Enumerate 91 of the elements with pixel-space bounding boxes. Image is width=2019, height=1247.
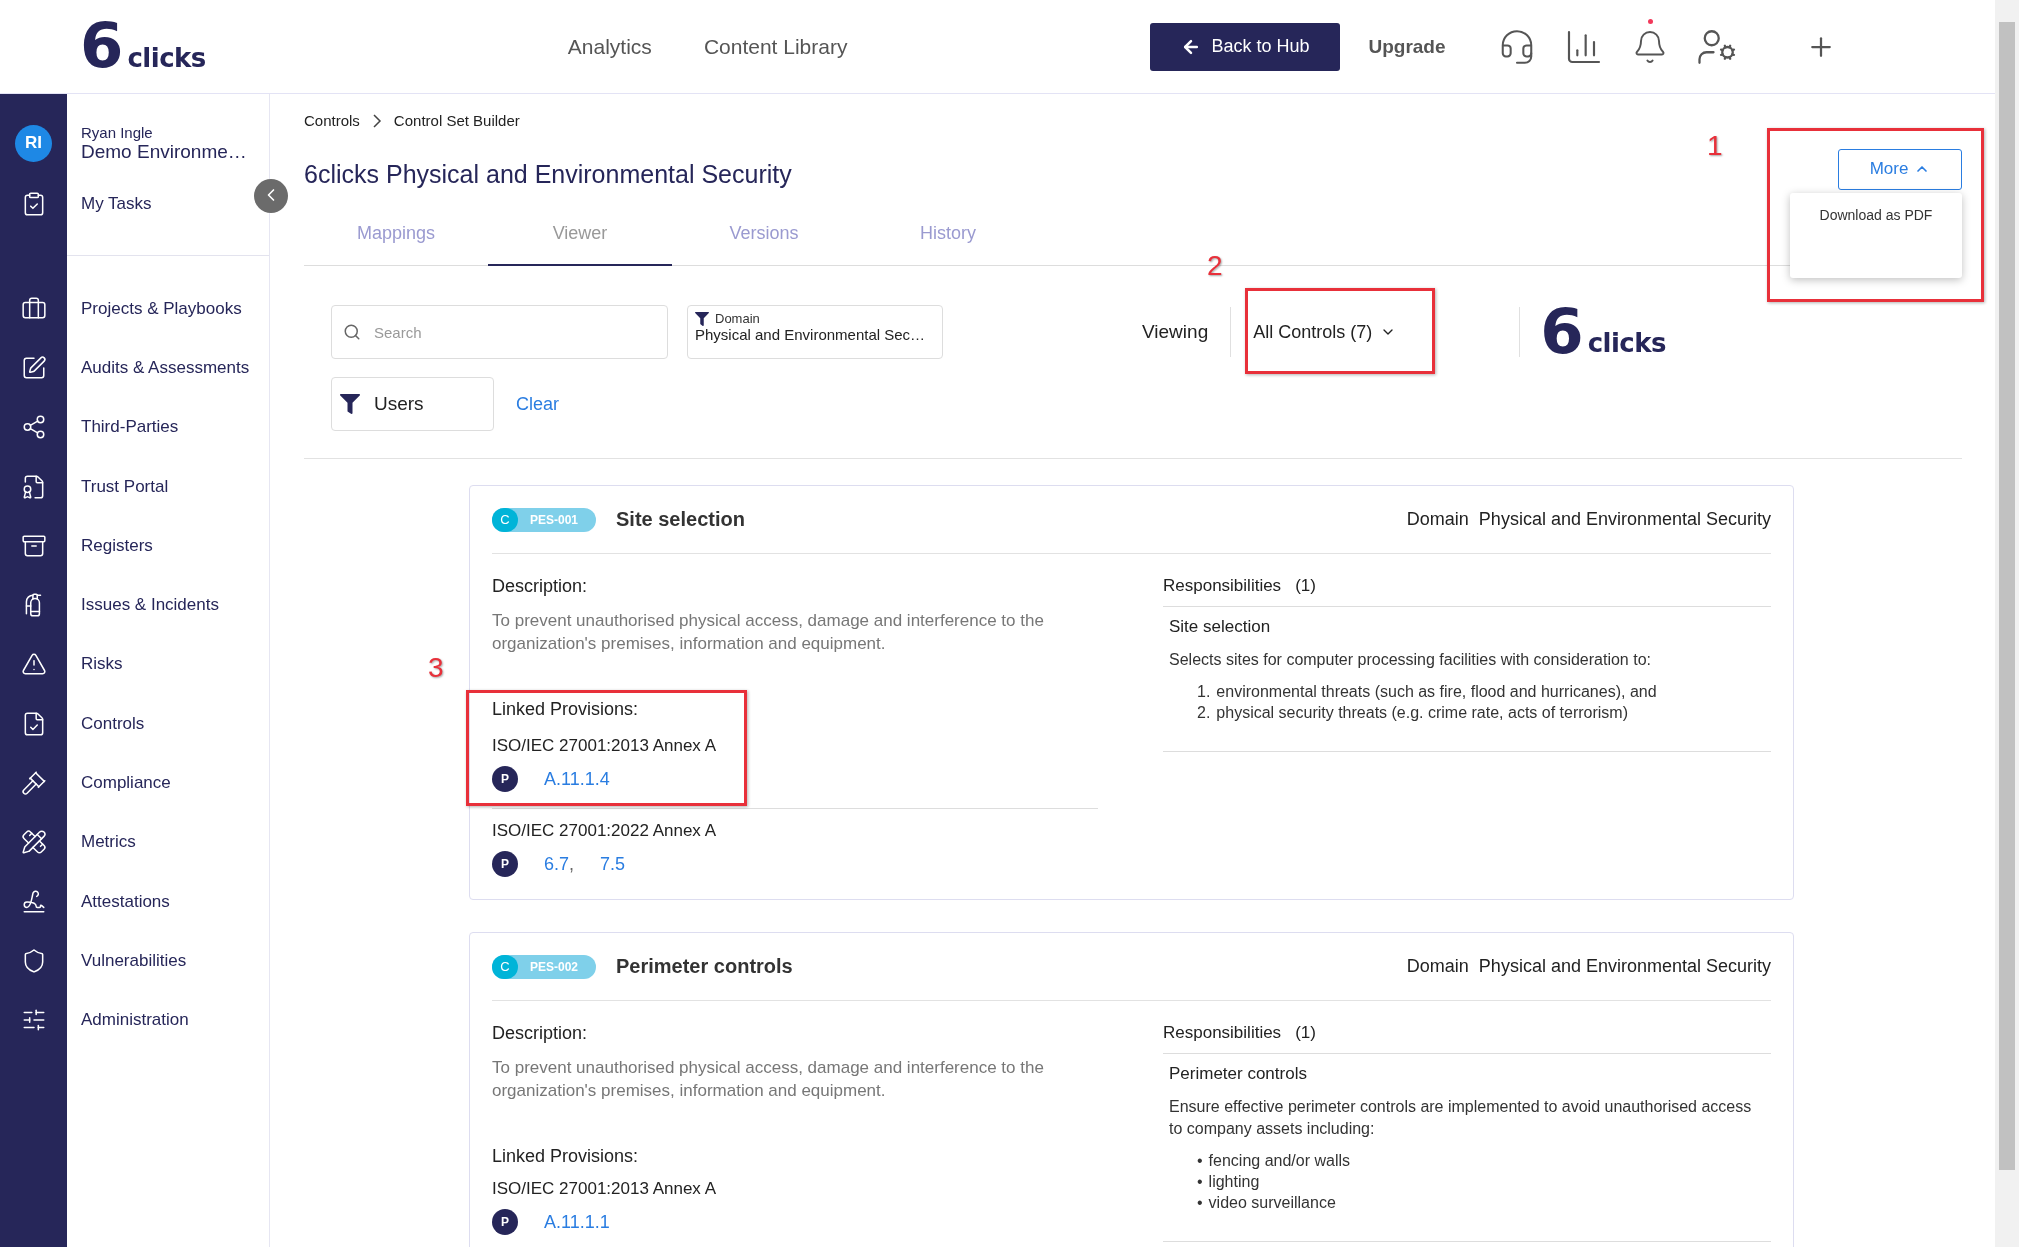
box-icon (20, 532, 47, 559)
responsibility-title: Perimeter controls (1169, 1064, 1308, 1084)
list-item-text: fencing and/or walls (1208, 1151, 1351, 1171)
domain-label: Domain (1406, 509, 1469, 530)
separator-text: , (569, 853, 575, 875)
app-logo: 6 clicks (80, 18, 206, 75)
control-title: Perimeter controls (616, 955, 793, 978)
description-text: To prevent unauthorised physical access, damage and interference to the organization's premises, information and equipment. (492, 610, 1045, 655)
user-name: Ryan Ingle (81, 123, 154, 141)
environment-name[interactable]: Demo Environme… (81, 140, 247, 163)
sidebar-item[interactable]: Risks (0, 634, 123, 695)
provision-link[interactable]: A.11.1.4 (544, 768, 610, 790)
linked-provisions-label: Linked Provisions: (492, 699, 640, 720)
list-marker: 2. (1197, 703, 1211, 723)
description-text: To prevent unauthorised physical access, damage and interference to the organization's premises, information and equipment. (492, 1057, 1045, 1102)
domain-value: Physical and Environmental Security (1478, 509, 1771, 530)
sidebar-item[interactable]: Projects & Playbooks (0, 279, 242, 339)
sidebar-item[interactable]: Administration (0, 990, 189, 1050)
list-item-text: lighting (1208, 1172, 1260, 1192)
provision-badge: P (492, 1209, 518, 1235)
filter-icon (695, 311, 709, 326)
list-item-text: physical security threats (e.g. crime rate, acts of terrorism) (1216, 703, 1628, 723)
annotation-number: 2 (1207, 250, 1223, 282)
filter-icon (340, 394, 360, 414)
breadcrumb-link[interactable]: Control Set Builder (393, 112, 520, 129)
control-code-badge: C PES-002 (492, 954, 596, 979)
provision-standard: ISO/IEC 27001:2013 Annex A (492, 1179, 717, 1199)
sidebar-item[interactable]: Compliance (0, 753, 171, 813)
scrollbar[interactable] (1995, 0, 2019, 1247)
sidebar-item[interactable]: Issues & Incidents (0, 575, 219, 635)
pencil-square-icon (20, 354, 47, 381)
description-label: Description: (492, 1023, 589, 1044)
annotation-number: 3 (428, 652, 444, 684)
control-title: Site selection (616, 508, 745, 531)
control-code-badge: C PES-001 (492, 507, 596, 532)
warning-icon (20, 651, 47, 678)
provision-standard: ISO/IEC 27001:2022 Annex A (492, 821, 717, 841)
responsibilities-label: Responsibilities (1163, 1023, 1282, 1043)
responsibilities-label: Responsibilities (1163, 576, 1282, 596)
search-icon (343, 323, 361, 341)
sidebar-item[interactable]: Vulnerabilities (0, 931, 187, 991)
provision-standard: ISO/IEC 27001:2013 Annex A (492, 736, 717, 756)
gavel-icon (20, 770, 47, 796)
clear-link[interactable]: Clear (516, 393, 559, 415)
brand-logo: 6 clicks (1540, 303, 1667, 361)
provision-badge: P (492, 766, 518, 792)
view-select[interactable]: All Controls (7) (1231, 321, 1520, 343)
more-button[interactable]: More (1838, 148, 1962, 190)
list-marker: • (1197, 1151, 1203, 1171)
list-item-text: video surveillance (1208, 1193, 1336, 1213)
sidebar-item[interactable]: Third-Parties (0, 397, 179, 457)
domain-value: Physical and Environmental Security (1478, 956, 1771, 977)
collapse-button[interactable] (254, 179, 288, 213)
provision-link[interactable]: A.11.1.1 (544, 1211, 610, 1233)
sidebar-item[interactable]: Metrics (0, 812, 136, 872)
responsibility-text: Ensure effective perimeter controls are implemented to avoid unauthorised access to company assets including: (1169, 1097, 1753, 1139)
sidebar-item[interactable]: My Tasks (0, 180, 152, 228)
provision-link[interactable]: 7.5 (600, 853, 626, 875)
description-label: Description: (492, 576, 589, 597)
list-item-text: environmental threats (such as fire, flood and hurricanes), and (1216, 682, 1657, 702)
search-field[interactable]: Search (331, 305, 668, 359)
list-marker: 1. (1197, 682, 1211, 702)
list-marker: • (1197, 1193, 1203, 1213)
sidebar-item[interactable]: Attestations (0, 871, 170, 932)
provision-link[interactable]: 6.7 (544, 853, 570, 875)
annotation-number: 1 (1707, 130, 1723, 162)
sidebar-item[interactable]: Controls (0, 694, 145, 754)
menu-item[interactable]: Download as PDF (1790, 206, 1962, 223)
linked-provisions-label: Linked Provisions: (492, 1146, 640, 1167)
page-title: 6clicks Physical and Environmental Security (304, 159, 792, 189)
user-avatar[interactable]: RI (15, 124, 52, 162)
responsibility-text: Selects sites for computer processing facilities with consideration to: (1169, 650, 1652, 670)
nav-link[interactable]: Analytics (567, 34, 652, 59)
sidebar-item[interactable]: Audits & Assessments (0, 338, 250, 398)
domain-label: Domain (1406, 956, 1469, 977)
back-to-hub-button[interactable]: Back to Hub (1150, 22, 1341, 71)
responsibilities-count: (1) (1295, 576, 1316, 596)
sidebar-item[interactable]: Registers (0, 516, 153, 576)
users-filter-button[interactable]: Users (331, 377, 494, 431)
responsibility-title: Site selection (1169, 617, 1272, 637)
provision-badge: P (492, 851, 518, 877)
pencil-ruler-icon (20, 829, 47, 856)
domain-filter[interactable]: Domain Physical and Environmental Sec… (687, 305, 943, 359)
nav-link[interactable]: Content Library (703, 34, 848, 59)
upgrade-link[interactable]: Upgrade (1368, 35, 1446, 58)
responsibilities-count: (1) (1295, 1023, 1316, 1043)
list-marker: • (1197, 1172, 1203, 1192)
breadcrumb-link[interactable]: Controls (304, 112, 360, 129)
chevron-right-icon (371, 113, 382, 128)
viewing-label: Viewing (1142, 321, 1209, 343)
sidebar-item[interactable]: Trust Portal (0, 456, 169, 517)
